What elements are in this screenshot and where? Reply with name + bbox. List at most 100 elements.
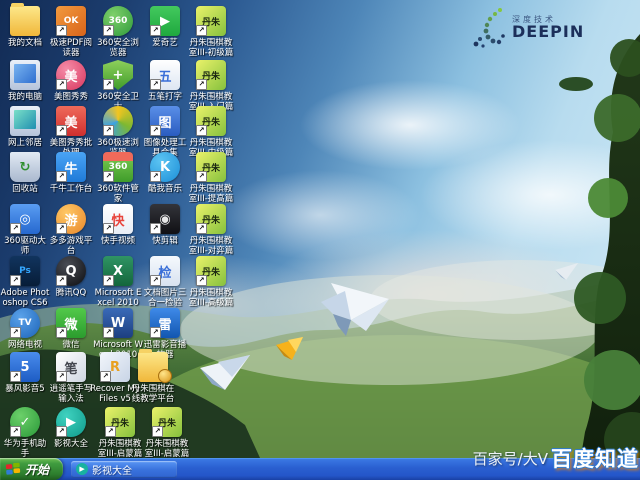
- start-button-label: 开始: [25, 461, 49, 478]
- shortcut-arrow-icon: ↗: [10, 426, 21, 437]
- app-icon: [10, 6, 40, 36]
- desktop-icon-kuaishou-video[interactable]: 快 ↗ 快手视频: [93, 204, 143, 246]
- desktop-icon-baofeng5[interactable]: 5 ↗ 暴风影音5: [0, 352, 50, 394]
- icon-label: 酷我音乐: [140, 184, 190, 194]
- desktop-icon-meitu-batch[interactable]: 美 ↗ 美图秀秀批处理: [46, 106, 96, 158]
- desktop-icon-qianniu[interactable]: 牛 ↗ 千牛工作台: [46, 152, 96, 194]
- desktop-icon-jisu-pdf-reader[interactable]: OK ↗ 极速PDF阅读器: [46, 6, 96, 58]
- desktop-icon-kuwo-music[interactable]: K ↗ 酷我音乐: [140, 152, 190, 194]
- desktop-icon-danzhu-online-folder[interactable]: 丹朱围棋在线教学平台: [128, 352, 178, 404]
- desktop-icon-grid: 我的文档 OK ↗ 极速PDF阅读器 360 ↗ 360安全浏览器 ▶ ↗ 爱奇…: [0, 0, 640, 480]
- desktop-icon-danzhu-zhongji[interactable]: 丹朱 ↗ 丹朱围棋教室III-中级篇: [186, 106, 236, 158]
- desktop-icon-game-platform[interactable]: 游 ↗ 多多游戏平台: [46, 204, 96, 256]
- shortcut-arrow-icon: ↗: [103, 79, 114, 90]
- desktop-icon-image-tools[interactable]: 图 ↗ 图像处理工具合集: [140, 106, 190, 158]
- shortcut-arrow-icon: ↗: [150, 25, 161, 36]
- shortcut-arrow-icon: ↗: [152, 426, 163, 437]
- shortcut-arrow-icon: ↗: [150, 327, 161, 338]
- desktop-icon-meitu-xiuxiu[interactable]: 美 ↗ 美图秀秀: [46, 60, 96, 102]
- desktop-icon-recycle-bin[interactable]: ↻ 回收站: [0, 152, 50, 194]
- desktop-icon-wubi-typing[interactable]: 五 ↗ 五笔打字: [140, 60, 190, 102]
- icon-label: 华为手机助手: [0, 439, 50, 459]
- desktop-icon-ms-excel[interactable]: X ↗ Microsoft Excel 2010: [93, 256, 143, 308]
- baidu-zhidao-logo: 百度知道: [551, 443, 639, 473]
- taskbar-window-button[interactable]: ▶ 影视大全: [71, 461, 177, 478]
- icon-label: 网上邻居: [0, 138, 50, 148]
- icon-label: 丹朱围棋教室III-高级篇: [186, 288, 236, 308]
- desktop-icon-360-chrome-browser[interactable]: ↗ 360极速浏览器: [93, 106, 143, 158]
- desktop-icon-network-tv[interactable]: TV ↗ 网络电视: [0, 308, 50, 350]
- desktop: 深度技术 DEEPIN 我的文档 OK ↗ 极速PDF阅读器 360 ↗ 360…: [0, 0, 640, 480]
- desktop-icon-360-safe-guard[interactable]: + ↗ 360安全卫士: [93, 60, 143, 112]
- icon-label: 影视大全: [46, 439, 96, 449]
- desktop-icon-photoshop[interactable]: Ps ↗ Adobe Photoshop CS6: [0, 256, 50, 308]
- icon-label: 暴风影音5: [0, 384, 50, 394]
- shortcut-arrow-icon: ↗: [196, 275, 207, 286]
- shortcut-arrow-icon: ↗: [56, 125, 67, 136]
- desktop-icon-tencent-qq[interactable]: Q ↗ 腾讯QQ: [46, 256, 96, 298]
- desktop-icon-huawei-assistant[interactable]: ✓ ↗ 华为手机助手: [0, 407, 50, 459]
- icon-label: 我的电脑: [0, 92, 50, 102]
- shortcut-arrow-icon: ↗: [150, 79, 161, 90]
- desktop-icon-my-computer[interactable]: 我的电脑: [0, 60, 50, 102]
- shortcut-arrow-icon: ↗: [103, 327, 114, 338]
- shortcut-arrow-icon: ↗: [150, 275, 161, 286]
- icon-label: 我的文档: [0, 38, 50, 48]
- icon-label: 360安全浏览器: [93, 38, 143, 58]
- desktop-icon-kuaijianji[interactable]: ◉ ↗ 快剪辑: [140, 204, 190, 246]
- shortcut-arrow-icon: ↗: [196, 79, 207, 90]
- icon-label: Microsoft Excel 2010: [93, 288, 143, 308]
- shortcut-arrow-icon: ↗: [56, 25, 67, 36]
- shortcut-arrow-icon: ↗: [150, 171, 161, 182]
- icon-label: 微信: [46, 340, 96, 350]
- shortcut-arrow-icon: ↗: [196, 125, 207, 136]
- shortcut-arrow-icon: ↗: [103, 171, 114, 182]
- desktop-icon-doc-check-tool[interactable]: 检 ↗ 文档图片三合一检验: [140, 256, 190, 308]
- shortcut-arrow-icon: ↗: [196, 171, 207, 182]
- desktop-icon-wechat[interactable]: 微 ↗ 微信: [46, 308, 96, 350]
- icon-label: 多多游戏平台: [46, 236, 96, 256]
- shortcut-arrow-icon: ↗: [150, 125, 161, 136]
- desktop-icon-danzhu-tigao[interactable]: 丹朱 ↗ 丹朱围棋教室III-提高篇: [186, 152, 236, 204]
- shortcut-arrow-icon: ↗: [196, 223, 207, 234]
- icon-label: 360软件管家: [93, 184, 143, 204]
- app-icon: ↻: [10, 152, 40, 182]
- shortcut-arrow-icon: ↗: [56, 327, 67, 338]
- desktop-icon-iqiyi[interactable]: ▶ ↗ 爱奇艺: [140, 6, 190, 48]
- icon-label: 千牛工作台: [46, 184, 96, 194]
- desktop-icon-my-documents[interactable]: 我的文档: [0, 6, 50, 48]
- desktop-icon-danzhu-chuji[interactable]: 丹朱 ↗ 丹朱围棋教室III-初级篇: [186, 6, 236, 58]
- desktop-icon-360-secure-browser[interactable]: 360 ↗ 360安全浏览器: [93, 6, 143, 58]
- icon-label: 360驱动大师: [0, 236, 50, 256]
- desktop-icon-360-software-manager[interactable]: 360 ↗ 360软件管家: [93, 152, 143, 204]
- desktop-icon-360-driver-master[interactable]: ◎ ↗ 360驱动大师: [0, 204, 50, 256]
- windows-logo-icon: [6, 462, 22, 476]
- shortcut-arrow-icon: ↗: [100, 371, 111, 382]
- shortcut-arrow-icon: ↗: [56, 371, 67, 382]
- desktop-icon-network-places[interactable]: 网上邻居: [0, 106, 50, 148]
- shortcut-arrow-icon: ↗: [56, 171, 67, 182]
- icon-label: 丹朱围棋教室III-对弈篇: [186, 236, 236, 256]
- desktop-icon-danzhu-gaoji[interactable]: 丹朱 ↗ 丹朱围棋教室III-高级篇: [186, 256, 236, 308]
- taskbar-window-label: 影视大全: [92, 462, 132, 477]
- shortcut-arrow-icon: ↗: [105, 426, 116, 437]
- icon-label: 丹朱围棋教室III-初级篇: [186, 38, 236, 58]
- icon-label: 逍遥笔手写输入法: [46, 384, 96, 404]
- start-button[interactable]: 开始: [0, 458, 63, 480]
- window-app-icon: ▶: [76, 463, 88, 475]
- icon-label: 丹朱围棋教室III-提高篇: [186, 184, 236, 204]
- shortcut-arrow-icon: ↗: [56, 426, 67, 437]
- icon-label: 快手视频: [93, 236, 143, 246]
- shortcut-arrow-icon: ↗: [103, 125, 114, 136]
- icon-label: 文档图片三合一检验: [140, 288, 190, 308]
- shortcut-arrow-icon: ↗: [103, 275, 114, 286]
- shortcut-arrow-icon: ↗: [103, 223, 114, 234]
- shortcut-arrow-icon: ↗: [56, 79, 67, 90]
- desktop-icon-xiaoyaobi-ime[interactable]: 笔 ↗ 逍遥笔手写输入法: [46, 352, 96, 404]
- icon-label: 五笔打字: [140, 92, 190, 102]
- desktop-icon-yingshi-daquan[interactable]: ▶ ↗ 影视大全: [46, 407, 96, 449]
- desktop-icon-danzhu-rumen[interactable]: 丹朱 ↗ 丹朱围棋教室III-入门篇: [186, 60, 236, 112]
- app-icon: [10, 106, 40, 136]
- gold-badge-icon: [158, 369, 172, 383]
- desktop-icon-danzhu-duiyi[interactable]: 丹朱 ↗ 丹朱围棋教室III-对弈篇: [186, 204, 236, 256]
